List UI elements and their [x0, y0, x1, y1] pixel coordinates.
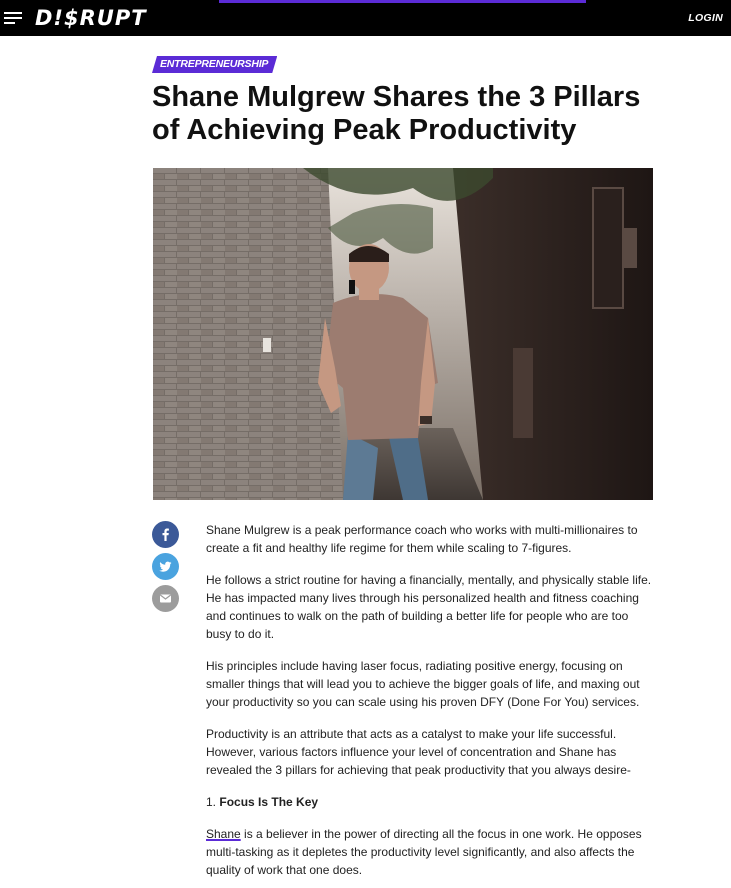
paragraph: Productivity is an attribute that acts a… — [206, 727, 631, 777]
section-heading: 1. Focus Is The Key — [206, 793, 656, 811]
twitter-icon — [159, 561, 172, 572]
paragraph: He follows a strict routine for having a… — [206, 573, 652, 641]
site-header: D!$RUPT LOGIN — [0, 0, 731, 36]
hero-image — [153, 168, 653, 500]
paragraph-text: is a believer in the power of directing … — [206, 827, 642, 877]
share-email-button[interactable] — [152, 585, 179, 612]
section-number: 1. — [206, 795, 217, 809]
category-tag[interactable]: ENTREPRENEURSHIP — [152, 56, 277, 73]
paragraph: His principles include having laser focu… — [206, 659, 640, 709]
share-twitter-button[interactable] — [152, 553, 179, 580]
email-icon — [159, 594, 172, 603]
article-title: Shane Mulgrew Shares the 3 Pillars of Ac… — [152, 81, 641, 146]
shane-link[interactable]: Shane — [206, 827, 241, 841]
section-heading-text: Focus Is The Key — [219, 795, 319, 809]
login-link[interactable]: LOGIN — [688, 12, 723, 24]
hamburger-menu-icon[interactable] — [4, 12, 24, 26]
facebook-icon — [162, 528, 169, 541]
share-facebook-button[interactable] — [152, 521, 179, 548]
paragraph: Shane Mulgrew is a peak performance coac… — [206, 523, 638, 555]
site-logo[interactable]: D!$RUPT — [35, 6, 147, 30]
paragraph: Shane is a believer in the power of dire… — [206, 825, 656, 879]
reading-progress-bar — [219, 0, 586, 3]
article-body: Shane Mulgrew is a peak performance coac… — [206, 521, 656, 888]
